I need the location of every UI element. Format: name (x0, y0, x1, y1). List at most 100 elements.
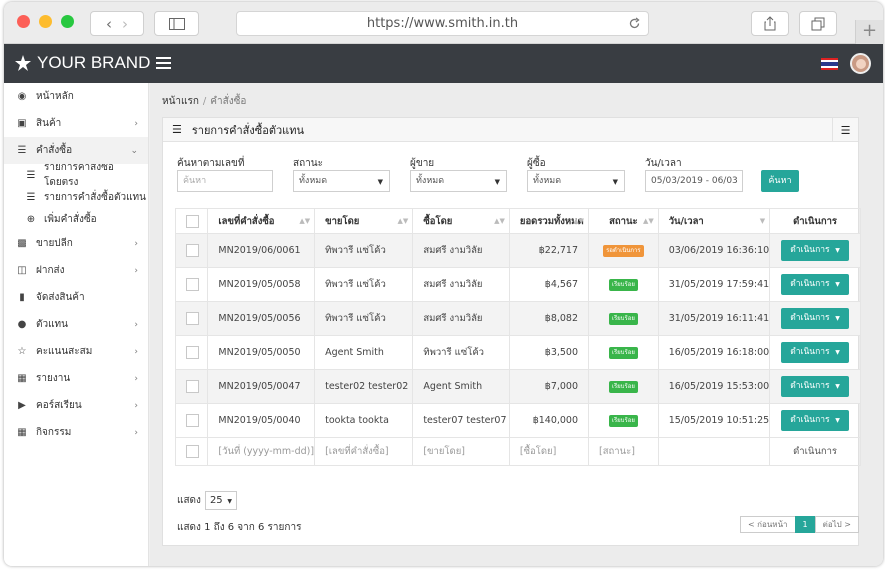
sidebar-item-shipping[interactable]: ▮ จัดส่งสินค้า (4, 284, 148, 311)
bar-chart-icon: ▦ (17, 373, 27, 384)
share-icon (764, 16, 776, 31)
caret-down-icon: ▼ (612, 178, 618, 186)
sidebar-subitem-add-order[interactable]: ⊕ เพิ่มคำสั่งซื้อ (4, 208, 148, 230)
sidebar-item-courses[interactable]: ▶ คอร์สเรียน › (4, 392, 148, 419)
table-row[interactable]: MN2019/05/0040 tookta tookta tester07 test… (174, 403, 861, 438)
table-row[interactable]: MN2019/05/0058 ทิพวารี แซ่โค้ว สมศรี งามวิ… (174, 267, 861, 302)
trophy-icon: ☆ (17, 346, 27, 357)
date-range-input[interactable]: 05/03/2019 - 06/03 (645, 170, 743, 192)
brand-logo[interactable]: YOUR BRAND (14, 53, 150, 73)
close-window-button[interactable] (17, 15, 30, 28)
seller-select[interactable]: ทั้งหมด ▼ (410, 170, 507, 192)
new-tab-button[interactable]: + (855, 20, 883, 44)
footer-checkbox[interactable] (186, 445, 199, 458)
table-summary: แสดง 1 ถึง 6 จาก 6 รายการ (177, 522, 302, 533)
sidebar-item-agents[interactable]: ● ตัวแทน › (4, 311, 148, 338)
chevron-right-icon: › (134, 347, 138, 357)
table-row[interactable]: MN2019/05/0047 tester02 tester02 Agent Smi… (174, 369, 861, 404)
row-checkbox[interactable] (186, 312, 199, 325)
row-checkbox[interactable] (186, 278, 199, 291)
prev-page-button[interactable]: < ก่อนหน้า (739, 516, 796, 533)
order-datetime: 15/05/2019 10:51:25 (657, 403, 771, 438)
chevron-right-icon: › (134, 119, 138, 129)
filter-seller-input[interactable]: [ขายโดย] (412, 437, 510, 466)
action-dropdown-button[interactable]: ดำเนินการ ▼ (781, 342, 849, 363)
list-icon: ☰ (26, 169, 36, 181)
play-circle-icon: ▶ (18, 400, 26, 411)
sidebar-subitem-agent-orders[interactable]: ☰ รายการคำสั่งซื้อตัวแทน (4, 186, 148, 208)
status-cell: รอดำเนินการ (588, 233, 659, 268)
row-select-cell (174, 369, 209, 404)
cubes-icon: ▣ (17, 118, 27, 129)
row-checkbox[interactable] (186, 244, 199, 257)
col-seller[interactable]: ขายโดย ▲▼ (314, 208, 414, 234)
page-1-button[interactable]: 1 (794, 516, 816, 533)
col-order-no[interactable]: เลขที่คำสั่งซื้อ ▲▼ (207, 208, 316, 234)
action-dropdown-button[interactable]: ดำเนินการ ▼ (781, 308, 849, 329)
url-bar[interactable]: https://www.smith.in.th (236, 11, 649, 36)
col-buyer[interactable]: ซื้อโดย ▲▼ (412, 208, 510, 234)
table-row[interactable]: MN2019/06/0061 ทิพวารี แซ่โค้ว สมศรี งามวิ… (174, 233, 861, 268)
filter-status-input[interactable]: [สถานะ] (588, 437, 659, 466)
sidebar-item-reports[interactable]: ▦ รายงาน › (4, 365, 148, 392)
column-toggle-button[interactable]: ☰ (832, 118, 858, 142)
filter-buyer-input[interactable]: [ซื้อโดย] (508, 437, 590, 466)
status-badge: เรียบร้อย (608, 381, 638, 393)
table-row[interactable]: MN2019/05/0056 ทิพวารี แซ่โค้ว สมศรี งามวิ… (174, 301, 861, 336)
share-button[interactable] (751, 11, 789, 36)
sidebar-item-activities[interactable]: ▦ กิจกรรม › (4, 419, 148, 446)
sort-icon: ▲▼ (494, 217, 505, 225)
row-checkbox[interactable] (186, 346, 199, 359)
menu-toggle-icon[interactable] (156, 57, 171, 69)
col-total[interactable]: ยอดรวมทั้งหมด ▲▼ (508, 208, 590, 234)
thai-flag-icon[interactable] (821, 58, 838, 70)
row-checkbox[interactable] (186, 380, 199, 393)
action-dropdown-button[interactable]: ดำเนินการ ▼ (781, 240, 849, 261)
sidebar-toggle-button[interactable] (154, 11, 199, 36)
action-dropdown-button[interactable]: ดำเนินการ ▼ (781, 274, 849, 295)
sidebar-item-consignment[interactable]: ◫ ฝากส่ง › (4, 257, 148, 284)
buyer-name: สมศรี งามวิลัย (412, 267, 510, 302)
sidebar-item-home[interactable]: ◉ หน้าหลัก (4, 83, 148, 110)
filter-date-input[interactable]: [วันที่ (yyyy-mm-dd)] (207, 437, 316, 466)
browser-window: ‹ › https://www.smith.in.th + YOUR BRAND… (4, 2, 883, 566)
filter-order-label: ค้นหาตามเลขที่ (177, 158, 245, 169)
next-page-button[interactable]: ต่อไป > (814, 516, 859, 533)
select-all-checkbox[interactable] (186, 214, 199, 228)
status-badge: เรียบร้อย (608, 347, 638, 359)
sidebar-subitem-direct-orders[interactable]: ☰ รายการคำสั่งซื้อโดยตรง (4, 162, 148, 188)
action-cell: ดำเนินการ ▼ (769, 403, 861, 438)
footer-select-cell (174, 437, 209, 466)
action-dropdown-button[interactable]: ดำเนินการ ▼ (781, 410, 849, 431)
minimize-window-button[interactable] (39, 15, 52, 28)
user-avatar[interactable] (850, 53, 871, 74)
breadcrumb-home[interactable]: หน้าแรก (162, 96, 199, 107)
maximize-window-button[interactable] (61, 15, 74, 28)
back-icon[interactable]: ‹ (106, 15, 112, 33)
filter-order-input[interactable]: [เลขที่คำสั่งซื้อ] (314, 437, 414, 466)
sort-icon: ▲▼ (299, 217, 311, 225)
sidebar-item-retail[interactable]: ▩ ขายปลีก › (4, 230, 148, 257)
sidebar-item-points[interactable]: ☆ คะแนนสะสม › (4, 338, 148, 365)
basket-icon: ▩ (17, 238, 27, 249)
order-search-input[interactable]: ค้นหา (177, 170, 273, 192)
search-button[interactable]: ค้นหา (761, 170, 799, 192)
sidebar-icon (168, 17, 185, 30)
reload-icon[interactable] (628, 17, 641, 30)
page-size-select[interactable]: 25 ▼ (204, 491, 237, 510)
sidebar-item-orders[interactable]: ☰ คำสั่งซื้อ ⌄ (4, 137, 148, 164)
col-datetime[interactable]: วัน/เวลา ▼ (657, 208, 771, 234)
table-row[interactable]: MN2019/05/0050 Agent Smith ทิพวารี แซ่โค้ว… (174, 335, 861, 370)
sidebar-item-products[interactable]: ▣ สินค้า › (4, 110, 148, 137)
status-select[interactable]: ทั้งหมด ▼ (293, 170, 390, 192)
col-status[interactable]: สถานะ ▲▼ (588, 208, 659, 234)
buyer-select[interactable]: ทั้งหมด ▼ (527, 170, 625, 192)
table-header-row: เลขที่คำสั่งซื้อ ▲▼ ขายโดย ▲▼ ซื้อโดย ▲▼ ยอ… (174, 208, 861, 234)
app-topbar: YOUR BRAND (4, 44, 883, 83)
buyer-name: สมศรี งามวิลัย (412, 233, 510, 268)
forward-icon[interactable]: › (122, 15, 128, 33)
row-checkbox[interactable] (186, 414, 199, 427)
tabs-button[interactable] (799, 11, 837, 36)
action-dropdown-button[interactable]: ดำเนินการ ▼ (781, 376, 849, 397)
buyer-name: tester07 tester07 (412, 403, 510, 438)
